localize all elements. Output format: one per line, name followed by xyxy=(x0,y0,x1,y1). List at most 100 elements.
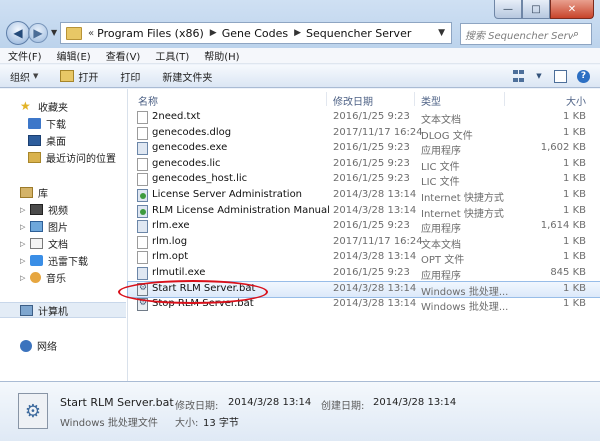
file-name: RLM License Administration Manual xyxy=(152,204,330,216)
nav-desktop[interactable]: 桌面 xyxy=(28,133,66,148)
title-bar: — □ ✕ ◀ ▶ ▼ « Program Files (x86) ▶ Gene… xyxy=(0,0,600,48)
file-date: 2017/11/17 16:24 xyxy=(333,235,423,247)
nav-favorites-label: 收藏夹 xyxy=(38,103,68,114)
file-date: 2016/1/25 9:23 xyxy=(333,220,410,232)
nav-downloads[interactable]: 下载 xyxy=(28,116,66,131)
new-folder-button[interactable]: 新建文件夹 xyxy=(162,69,212,84)
breadcrumb-sequencher-server[interactable]: Sequencher Server xyxy=(306,27,411,40)
file-size: 1 KB xyxy=(563,189,586,200)
documents-library-icon xyxy=(30,238,43,249)
expand-arrow-icon[interactable]: ▷ xyxy=(20,257,28,265)
details-modified-value: 2014/3/28 13:14 xyxy=(228,397,312,408)
window-controls: — □ ✕ xyxy=(494,0,594,19)
txt-file-icon xyxy=(137,251,148,265)
column-header-type[interactable]: 类型 xyxy=(421,93,441,108)
txt-file-icon xyxy=(137,126,148,140)
breadcrumb-program-files[interactable]: Program Files (x86) xyxy=(97,27,204,40)
address-overflow[interactable]: « xyxy=(88,28,94,39)
nav-favorites[interactable]: ★ 收藏夹 xyxy=(20,99,68,114)
nav-computer[interactable]: 计算机 xyxy=(0,302,126,318)
search-input[interactable]: 搜索 Sequencher Server xyxy=(465,27,573,42)
file-row[interactable]: genecodes_host.lic 2016/1/25 9:23 LIC 文件 1 … xyxy=(128,172,600,189)
file-row[interactable]: rlm.exe 2016/1/25 9:23 应用程序 1,614 KB xyxy=(128,219,600,235)
print-button[interactable]: 打印 xyxy=(120,69,140,84)
minimize-button[interactable]: — xyxy=(494,0,522,19)
file-row[interactable]: genecodes.exe 2016/1/25 9:23 应用程序 1,602 KB xyxy=(128,141,600,157)
expand-arrow-icon[interactable]: ▷ xyxy=(20,223,28,231)
forward-button[interactable]: ▶ xyxy=(28,23,48,43)
breadcrumb-separator-icon[interactable]: ▶ xyxy=(210,28,217,38)
breadcrumb-gene-codes[interactable]: Gene Codes xyxy=(222,27,288,40)
view-dropdown-icon[interactable]: ▼ xyxy=(535,69,543,83)
menu-file[interactable]: 文件(F) xyxy=(8,48,42,63)
expand-arrow-icon[interactable]: ▷ xyxy=(20,274,28,282)
nav-recent-places[interactable]: 最近访问的位置 xyxy=(28,150,116,165)
file-row[interactable]: rlm.opt 2014/3/28 13:14 OPT 文件 1 KB xyxy=(128,250,600,266)
forward-arrow-icon: ▶ xyxy=(33,26,43,40)
details-created-label: 创建日期: xyxy=(321,401,365,412)
computer-icon xyxy=(20,304,33,316)
preview-pane-button[interactable] xyxy=(553,69,567,83)
file-size: 1 KB xyxy=(563,126,586,138)
preview-pane-icon xyxy=(553,69,567,83)
file-name: genecodes.dlog xyxy=(152,126,232,138)
file-row[interactable]: genecodes.lic 2016/1/25 9:23 LIC 文件 1 KB xyxy=(128,157,600,173)
column-divider[interactable] xyxy=(414,92,415,106)
search-icon[interactable]: ⌕ xyxy=(573,27,587,41)
recent-pages-dropdown[interactable]: ▼ xyxy=(51,28,57,37)
nav-documents-label: 文档 xyxy=(48,240,68,251)
file-type: Windows 批处理... xyxy=(421,302,509,314)
file-size: 1 KB xyxy=(563,282,586,294)
menu-edit[interactable]: 编辑(E) xyxy=(57,48,91,63)
change-view-icon[interactable] xyxy=(511,69,525,83)
address-dropdown-icon[interactable]: ▼ xyxy=(438,28,445,38)
nav-documents[interactable]: ▷ 文档 xyxy=(20,236,68,251)
file-row[interactable]: genecodes.dlog 2017/11/17 16:24 DLOG 文件 1 K… xyxy=(128,126,600,142)
desktop-icon xyxy=(28,135,41,146)
open-button[interactable]: 打开 xyxy=(60,69,98,84)
nav-xunlei-downloads[interactable]: ▷ 迅雷下载 xyxy=(20,253,88,268)
pictures-library-icon xyxy=(30,221,43,232)
expand-arrow-icon[interactable]: ▷ xyxy=(20,240,28,248)
address-bar[interactable]: « Program Files (x86) ▶ Gene Codes ▶ Seq… xyxy=(60,22,452,44)
column-divider[interactable] xyxy=(504,92,505,106)
file-row[interactable]: RLM License Administration Manual 2014/3/… xyxy=(128,204,600,220)
file-type: LIC 文件 xyxy=(421,177,460,189)
file-date: 2016/1/25 9:23 xyxy=(333,267,410,278)
nav-network[interactable]: 网络 xyxy=(20,338,57,353)
nav-music[interactable]: ▷ 音乐 xyxy=(20,270,66,285)
expand-arrow-icon[interactable]: ▷ xyxy=(20,206,28,214)
nav-libraries[interactable]: 库 xyxy=(20,185,48,200)
menu-tools[interactable]: 工具(T) xyxy=(155,48,189,63)
column-header-date[interactable]: 修改日期 xyxy=(333,93,373,108)
txt-file-icon xyxy=(137,157,148,171)
file-row[interactable]: 2need.txt 2016/1/25 9:23 文本文档 1 KB xyxy=(128,110,600,126)
organize-button[interactable]: 组织 ▼ xyxy=(10,69,38,84)
back-button[interactable]: ◀ xyxy=(6,21,30,45)
column-divider[interactable] xyxy=(326,92,327,106)
maximize-button[interactable]: □ xyxy=(522,0,550,19)
menu-view[interactable]: 查看(V) xyxy=(106,48,141,63)
nav-pictures[interactable]: ▷ 图片 xyxy=(20,219,68,234)
file-name: genecodes_host.lic xyxy=(152,173,248,185)
file-size: 1 KB xyxy=(563,157,586,169)
column-header-name[interactable]: 名称 xyxy=(138,93,158,108)
file-row[interactable]: rlmutil.exe 2016/1/25 9:23 应用程序 845 KB xyxy=(128,266,600,282)
file-size: 1 KB xyxy=(563,173,586,185)
breadcrumb-separator-icon[interactable]: ▶ xyxy=(294,28,301,38)
column-header-size[interactable]: 大小 xyxy=(566,93,586,108)
help-icon[interactable]: ? xyxy=(577,69,590,83)
file-row[interactable]: License Server Administration 2014/3/28 1… xyxy=(128,188,600,204)
chevron-down-icon: ▼ xyxy=(33,72,39,80)
file-row[interactable]: rlm.log 2017/11/17 16:24 文本文档 1 KB xyxy=(128,235,600,251)
close-button[interactable]: ✕ xyxy=(550,0,594,19)
new-folder-label: 新建文件夹 xyxy=(162,72,213,84)
file-name: License Server Administration xyxy=(152,189,303,200)
menu-help[interactable]: 帮助(H) xyxy=(204,48,239,63)
nav-recent-label: 最近访问的位置 xyxy=(46,154,116,165)
file-type: Internet 快捷方式 xyxy=(421,193,504,204)
search-box[interactable]: 搜索 Sequencher Server ⌕ xyxy=(460,23,592,45)
nav-videos[interactable]: ▷ 视频 xyxy=(20,202,68,217)
file-type: DLOG 文件 xyxy=(421,130,473,142)
nav-xunlei-label: 迅雷下载 xyxy=(48,257,88,268)
